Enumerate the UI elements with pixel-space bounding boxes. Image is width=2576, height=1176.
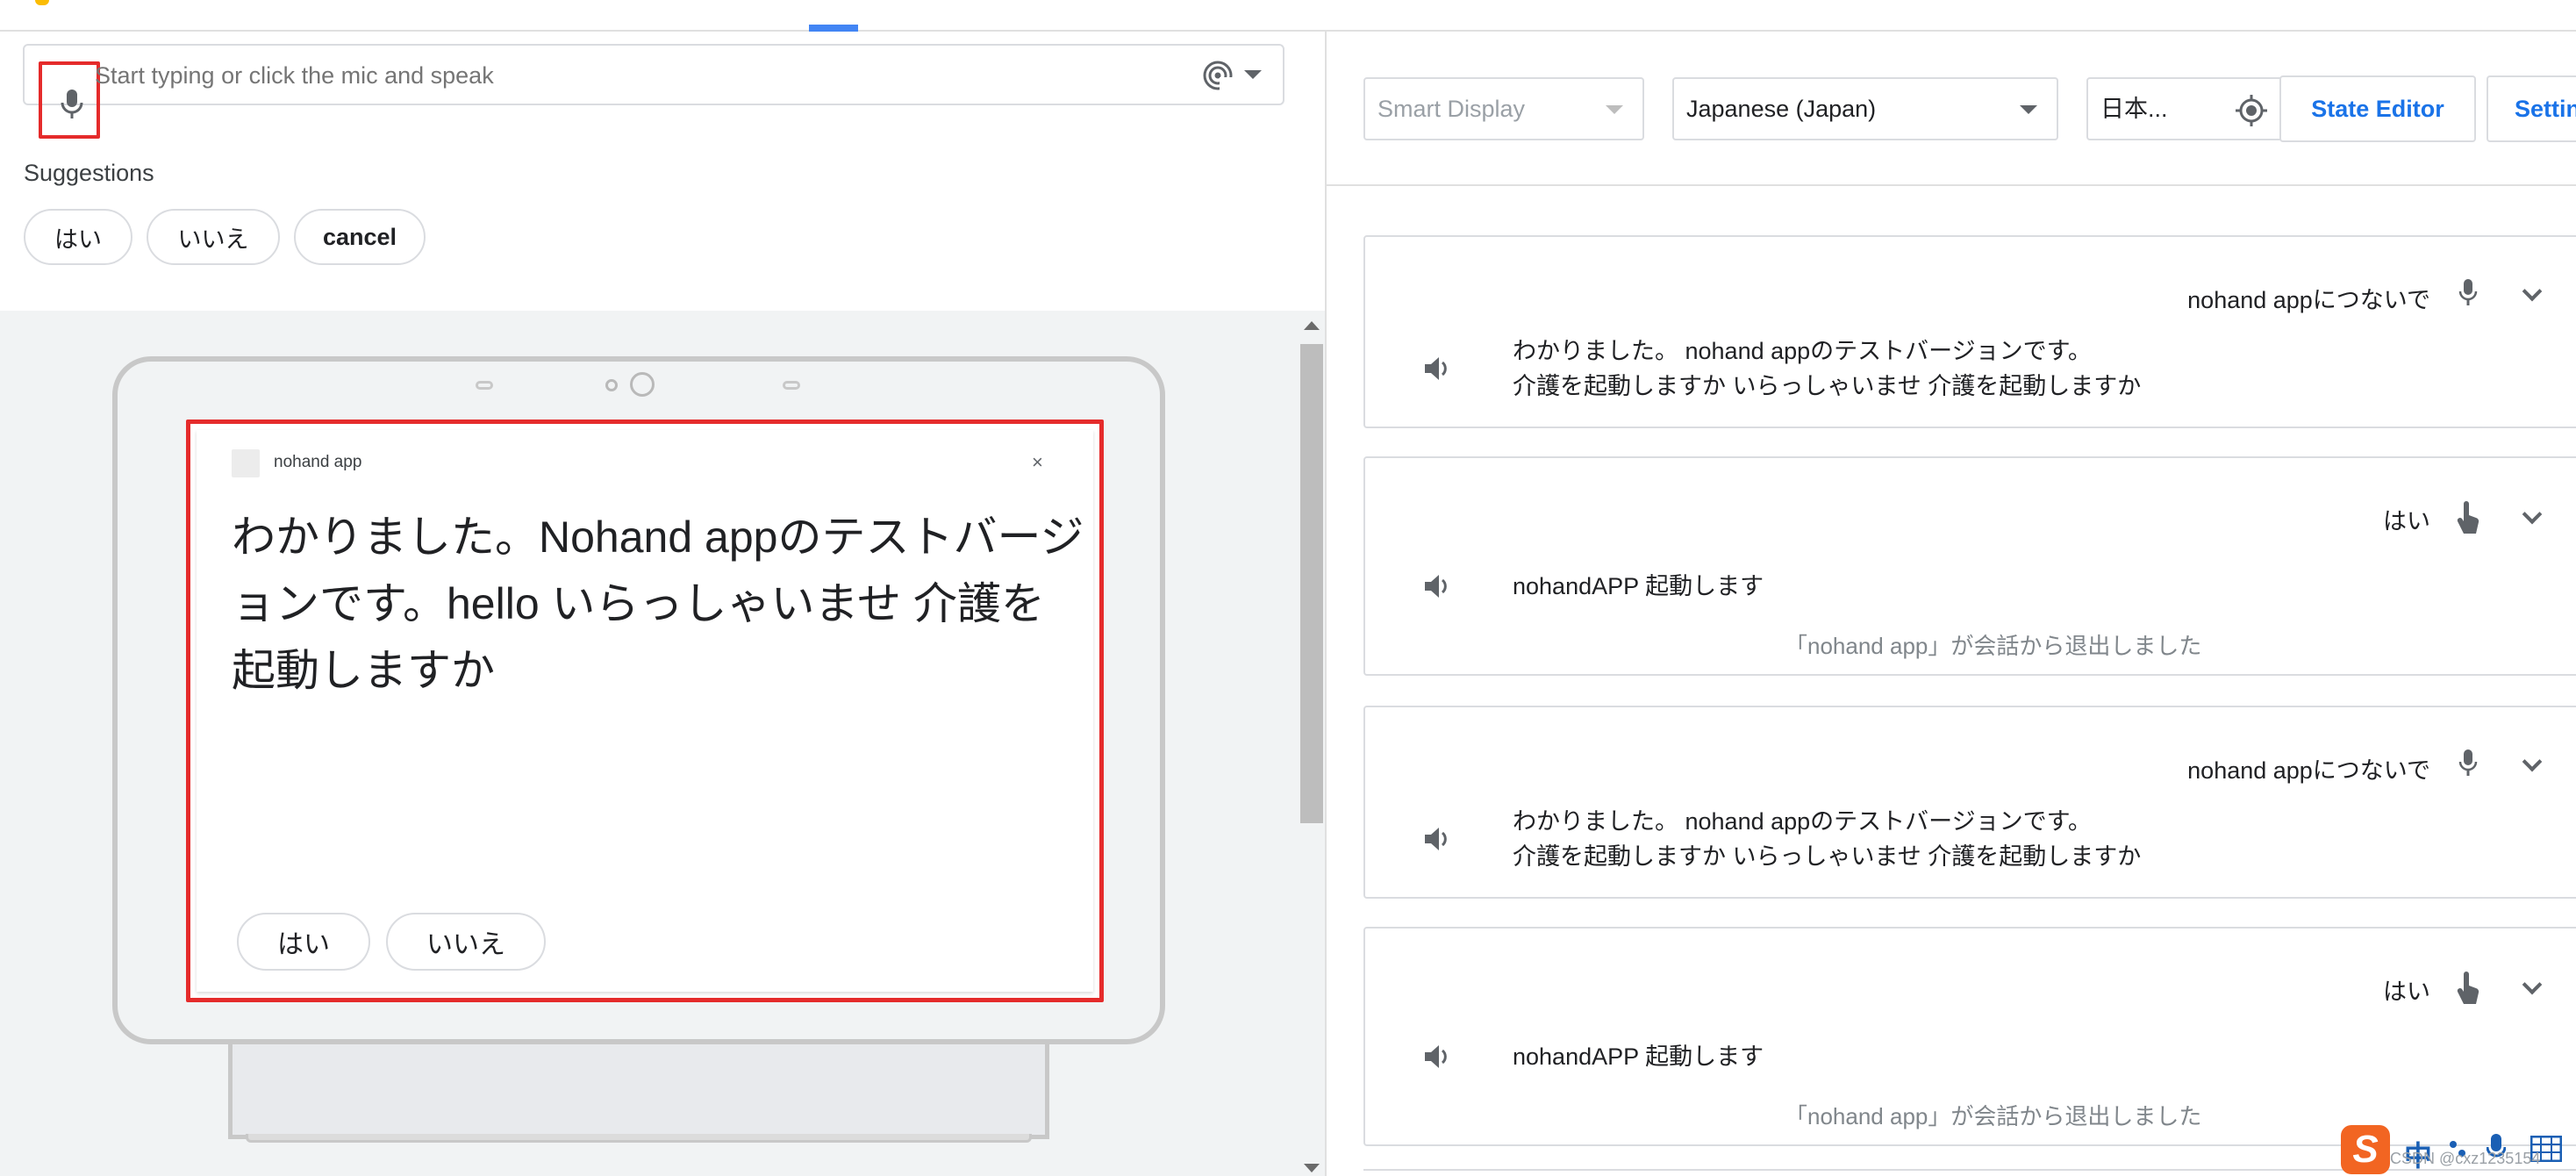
language-select-value: Japanese (Japan) <box>1686 96 1877 122</box>
ime-logo[interactable]: S <box>2341 1125 2390 1174</box>
location-select[interactable]: 日本... <box>2086 77 2283 140</box>
assistant-reply-line: 介護を起動しますか いらっしゃいませ 介護を起動しますか <box>1513 843 2142 870</box>
toolbar-divider <box>1327 184 2576 186</box>
top-bar <box>0 0 2576 32</box>
speaker-icon[interactable] <box>1423 572 1453 600</box>
settings-button[interactable]: Settin <box>2487 75 2576 142</box>
next-card-edge <box>1363 1169 2576 1171</box>
screen-chip-iie[interactable]: いいえ <box>386 913 546 971</box>
chevron-down-icon <box>1606 105 1623 114</box>
screen-app-name: nohand app <box>274 453 362 471</box>
touch-hand-icon <box>2457 972 2479 1004</box>
assistant-reply-line: nohandAPP 起動します <box>1513 573 1764 599</box>
speaker-icon[interactable] <box>1423 1043 1453 1071</box>
assistant-reply-line: わかりました。 nohand appのテストバージョンです。 <box>1513 338 2092 364</box>
touch-hand-icon <box>2457 501 2479 534</box>
screen-chip-hai[interactable]: はい <box>237 913 370 971</box>
mic-icon <box>2458 749 2478 776</box>
smart-display-stand <box>228 1041 1049 1139</box>
sensor-right <box>783 381 800 390</box>
user-input-text: nohand appにつないで <box>2187 757 2430 784</box>
sensor-left <box>476 381 493 390</box>
mic-icon <box>2458 279 2478 305</box>
speaker-icon[interactable] <box>1423 825 1453 853</box>
smart-display-stand-base <box>246 1134 1032 1143</box>
suggestion-chip-iie[interactable]: いいえ <box>147 209 280 265</box>
user-input-text: nohand appにつないで <box>2187 287 2430 313</box>
query-input[interactable] <box>95 58 1148 93</box>
location-select-value: 日本... <box>2100 96 2168 122</box>
suggestion-chip-cancel[interactable]: cancel <box>294 209 426 265</box>
assistant-reply-line: nohandAPP 起動します <box>1513 1043 1764 1070</box>
state-editor-button[interactable]: State Editor <box>2279 75 2476 142</box>
mic-icon <box>61 90 83 118</box>
mic-button[interactable] <box>39 61 100 139</box>
light-sensor <box>605 379 618 391</box>
input-mode-dropdown-icon[interactable] <box>1244 70 1262 79</box>
language-select[interactable]: Japanese (Japan) <box>1672 77 2058 140</box>
app-icon <box>232 449 260 477</box>
surface-select[interactable]: Smart Display <box>1363 77 1644 140</box>
user-input-text: はい <box>2383 979 2430 1005</box>
voice-match-icon[interactable] <box>1202 60 1234 91</box>
scroll-down-arrow-icon[interactable] <box>1304 1164 1320 1172</box>
panel-divider <box>1325 32 1327 1176</box>
user-input-text: はい <box>2383 508 2430 534</box>
surface-select-value: Smart Display <box>1377 96 1526 122</box>
active-tab-indicator <box>809 25 858 32</box>
assistant-reply-line: 介護を起動しますか いらっしゃいませ 介護を起動しますか <box>1513 373 2142 399</box>
assistant-reply-line: わかりました。 nohand appのテストバージョンです。 <box>1513 808 2092 835</box>
speaker-icon[interactable] <box>1423 355 1453 383</box>
camera-lens <box>630 372 655 397</box>
preview-scrollbar-thumb[interactable] <box>1300 344 1323 823</box>
exit-notice: 「nohand app」が会話から退出しました <box>1785 633 2202 659</box>
suggestion-chip-hai[interactable]: はい <box>24 209 132 265</box>
exit-notice: 「nohand app」が会話から退出しました <box>1785 1103 2202 1129</box>
scroll-up-arrow-icon[interactable] <box>1304 321 1320 330</box>
watermark-text: CSDN @cxz1235154 <box>2390 1150 2541 1167</box>
close-icon[interactable]: × <box>1032 451 1043 474</box>
screen-response-text: わかりました。Nohand appのテストバージョンです。hello いらっしゃ… <box>232 513 1084 695</box>
suggestions-label: Suggestions <box>24 160 154 186</box>
location-target-icon[interactable] <box>2234 93 2269 128</box>
chevron-down-icon <box>2020 105 2037 114</box>
